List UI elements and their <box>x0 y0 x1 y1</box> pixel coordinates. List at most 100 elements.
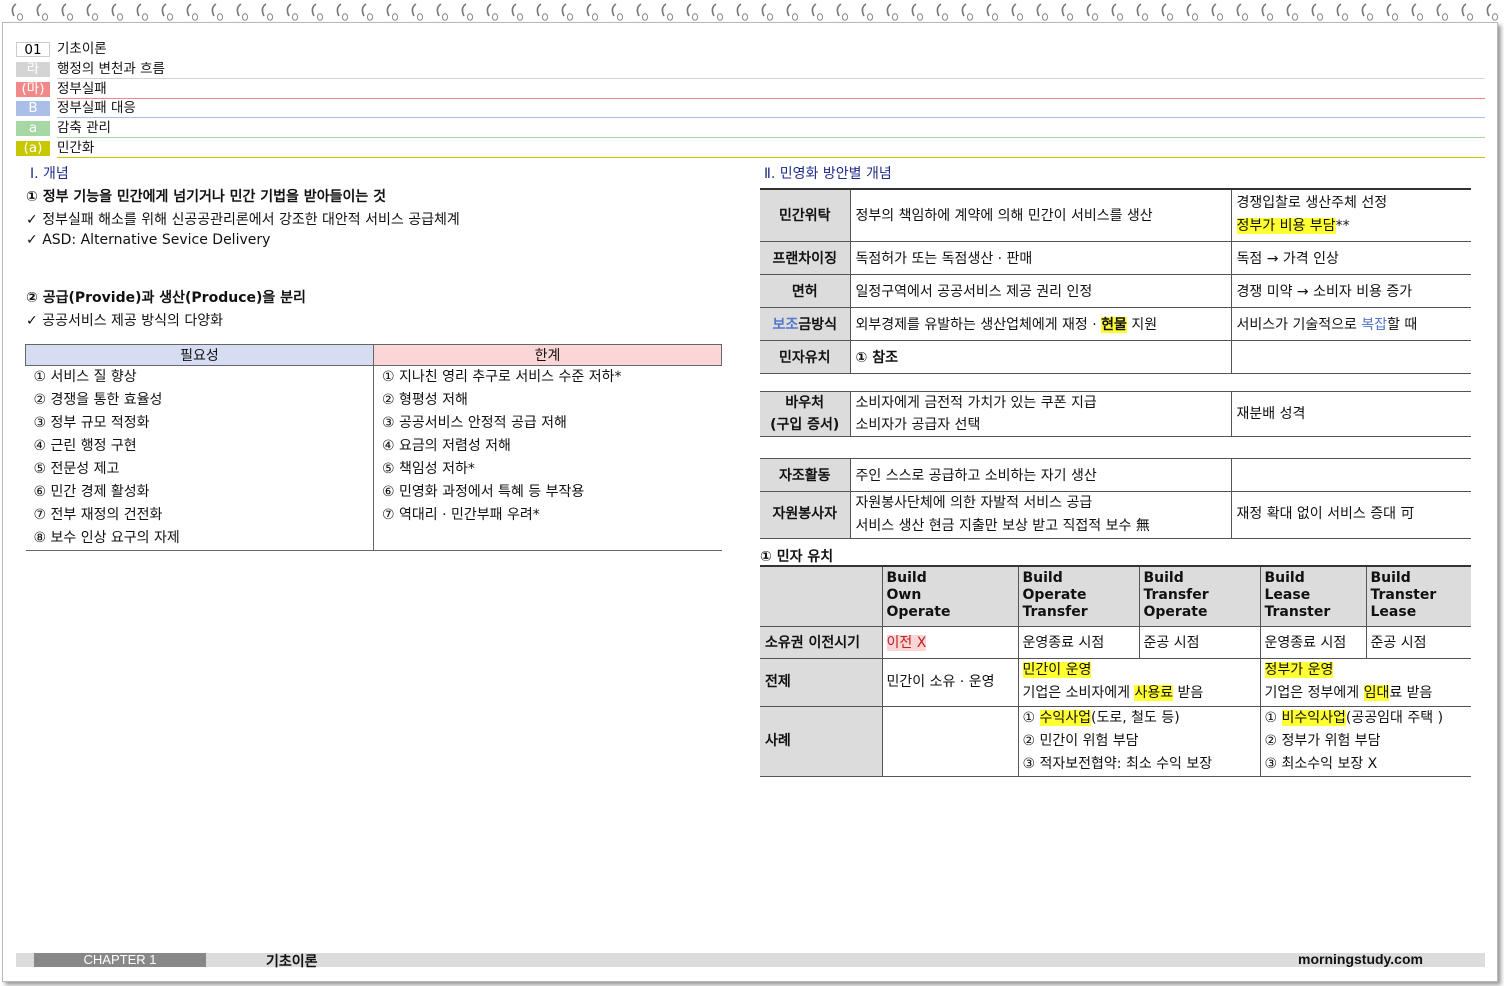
col-header-limit: 한계 <box>373 344 722 366</box>
voucher-desc: 소비자에게 금전적 가치가 있는 쿠폰 지급 소비자가 공급자 선택 <box>850 391 1232 437</box>
premise-private: 민간이 운영 기업은 소비자에게 사용료 받음 <box>1018 658 1261 707</box>
col-bt-blt: Build Lease Transter <box>1260 565 1367 627</box>
row-head-self-help: 자조활동 <box>760 458 851 492</box>
list-item: ④ 근린 행정 구현 <box>33 438 137 454</box>
table-row: 바우처 (구입 증서) 소비자에게 금전적 가치가 있는 쿠폰 지급 소비자가 공급… <box>760 391 1471 437</box>
list-item: ① 지나친 영리 추구로 서비스 수준 저하* <box>382 369 622 385</box>
breadcrumb-row: 01 기초이론 <box>16 41 1485 58</box>
breadcrumb-row: (마) 정부실패 <box>16 80 1485 99</box>
bt-row-ownership: 소유권 이전시기 이전 X 운영종료 시점 준공 시점 운영종료 시점 준공 시… <box>760 626 1471 659</box>
table-row: 자조활동 주인 스스로 공급하고 소비하는 자기 생산 <box>760 458 1471 492</box>
voucher-note: 재분배 성격 <box>1231 391 1471 437</box>
point2-bullet-1: ✓ 공공서비스 제공 방식의 다양화 <box>26 313 223 329</box>
breadcrumb-underline <box>57 157 1485 158</box>
col-bt-boo: Build Own Operate <box>882 565 1019 627</box>
breadcrumb-tag: B <box>16 101 50 117</box>
breadcrumb-row: (a) 민간화 <box>16 140 1485 158</box>
breadcrumb-row: B 정부실패 대응 <box>16 100 1485 119</box>
list-item: ⑥ 민영화 과정에서 특혜 등 부작용 <box>382 484 585 500</box>
breadcrumb-tag: 01 <box>16 42 50 58</box>
table-row: 면허 일정구역에서 공공서비스 제공 권리 인정 경쟁 미약 → 소비자 비용 … <box>760 274 1471 308</box>
list-item: ⑤ 책임성 저하* <box>382 461 475 477</box>
list-item: ③ 정부 규모 적정화 <box>33 415 150 431</box>
breadcrumb-underline <box>57 97 1485 99</box>
footer-url: morningstudy.com <box>1298 951 1423 967</box>
license-desc: 일정구역에서 공공서비스 제공 권리 인정 <box>850 274 1232 308</box>
breadcrumb-label: 감축 관리 <box>57 120 111 137</box>
table-row: 프랜차이징 독점허가 또는 독점생산 · 판매 독점 → 가격 인상 <box>760 241 1471 275</box>
self-help-desc: 주인 스스로 공급하고 소비하는 자기 생산 <box>850 458 1232 492</box>
row-head-contract: 민간위탁 <box>760 188 851 242</box>
cases-private: ① 수익사업(도로, 철도 등) ② 민간이 위험 부담 ③ 적자보전협약: 최… <box>1018 706 1261 777</box>
breadcrumb-label: 정부실패 <box>57 80 107 97</box>
breadcrumb-tag: a <box>16 121 50 137</box>
bt-header-row: Build Own Operate Build Operate Transfer Bui… <box>760 565 1471 627</box>
row-head-subsidy: 보조금방식 <box>760 307 851 341</box>
contract-desc: 정부의 책임하에 계약에 의해 민간이 서비스를 생산 <box>850 188 1232 242</box>
footer-chapter: CHAPTER 1 <box>34 953 206 967</box>
bt-row-cases: 사례 ① 수익사업(도로, 철도 등) ② 민간이 위험 부담 ③ 적자보전협약… <box>760 706 1471 777</box>
breadcrumb-underline <box>57 117 1485 119</box>
list-item: ② 경쟁을 통한 효율성 <box>33 392 163 408</box>
bt-row-premise: 전제 민간이 소유 · 운영 민간이 운영 기업은 소비자에게 사용료 받음 정부… <box>760 658 1471 707</box>
row-head-volunteer: 자원봉사자 <box>760 491 851 539</box>
table-row: 자원봉사자 자원봉사단체에 의한 자발적 서비스 공급 서비스 생산 현금 지출만… <box>760 491 1471 539</box>
section-title-methods: Ⅱ. 민영화 방안별 개념 <box>764 166 892 182</box>
cases-government: ① 비수익사업(공공임대 주택 ) ② 정부가 위험 부담 ③ 최소수익 보장 … <box>1260 706 1471 777</box>
point1-bullet-1: ✓ 정부실패 해소를 위해 신공공관리론에서 강조한 대안적 서비스 공급체계 <box>26 212 460 228</box>
list-item: ① 서비스 질 향상 <box>33 369 137 385</box>
col-header-need: 필요성 <box>25 344 374 366</box>
ownership-blt: 운영종료 시점 <box>1260 626 1367 659</box>
breadcrumb-tag: (마) <box>16 81 50 97</box>
breadcrumb-label: 기초이론 <box>57 41 107 57</box>
breadcrumb-label: 행정의 변천과 흐름 <box>57 60 165 77</box>
contract-note: 경쟁입찰로 생산주체 선정 정부가 비용 부담** <box>1231 188 1471 242</box>
list-item: ⑥ 민간 경제 활성화 <box>33 484 150 500</box>
limit-list: ① 지나친 영리 추구로 서비스 수준 저하* ② 형평성 저해 ③ 공공서비스 안… <box>373 365 722 551</box>
row-head-private-invest: 민자유치 <box>760 340 851 374</box>
subsidy-desc: 외부경제를 유발하는 생산업체에게 재정 · 현물 지원 <box>850 307 1232 341</box>
breadcrumb-row: 라 행정의 변천과 흐름 <box>16 60 1485 79</box>
volunteer-desc: 자원봉사단체에 의한 자발적 서비스 공급 서비스 생산 현금 지출만 보상 받고… <box>850 491 1232 539</box>
col-bt-bto: Build Transfer Operate <box>1139 565 1261 627</box>
self-help-note <box>1231 458 1471 492</box>
list-item: ② 형평성 저해 <box>382 392 468 408</box>
breadcrumb-tag: (a) <box>16 141 50 156</box>
breadcrumb-label: 정부실패 대응 <box>57 100 136 117</box>
col-bt-btl: Build Transter Lease <box>1366 565 1471 627</box>
franchise-note: 독점 → 가격 인상 <box>1231 241 1471 275</box>
row-head-license: 면허 <box>760 274 851 308</box>
breadcrumb-tag: 라 <box>16 61 50 77</box>
footer-bar <box>16 953 1485 967</box>
bt-section-title: ① 민자 유치 <box>760 549 834 565</box>
breadcrumb-row: a 감축 관리 <box>16 120 1485 139</box>
list-item: ⑦ 역대리 · 민간부패 우려* <box>382 507 540 523</box>
point1-title: ① 정부 기능을 민간에게 넘기거나 민간 기법을 받아들이는 것 <box>26 189 386 205</box>
premise-government: 정부가 운영 기업은 정부에게 임대료 받음 <box>1260 658 1471 707</box>
row-head-premise: 전제 <box>760 658 883 707</box>
private-invest-note <box>1231 340 1471 374</box>
row-head-franchise: 프랜차이징 <box>760 241 851 275</box>
license-note: 경쟁 미약 → 소비자 비용 증가 <box>1231 274 1471 308</box>
list-item: ④ 요금의 저렴성 저해 <box>382 438 511 454</box>
private-investment-table: Build Own Operate Build Operate Transfer Bui… <box>760 565 1471 777</box>
breadcrumb-underline <box>57 137 1485 139</box>
privatization-methods-table: 민간위탁 정부의 책임하에 계약에 의해 민간이 서비스를 생산 경쟁입찰로 생… <box>760 188 1471 539</box>
point1-bullet-2: ✓ ASD: Alternative Sevice Delivery <box>26 232 271 248</box>
list-item: ③ 공공서비스 안정적 공급 저해 <box>382 415 567 431</box>
ownership-boo: 이전 X <box>886 635 927 651</box>
need-limit-table: 필요성 한계 ① 서비스 질 향상 ② 경쟁을 통한 효율성 ③ 정부 규모 적정화… <box>25 344 722 551</box>
check-icon: ✓ <box>26 313 38 329</box>
breadcrumb-underline <box>57 77 1485 79</box>
section-title-concept: Ⅰ. 개념 <box>30 166 69 182</box>
premise-boo: 민간이 소유 · 운영 <box>882 658 1019 707</box>
table-row: 민간위탁 정부의 책임하에 계약에 의해 민간이 서비스를 생산 경쟁입찰로 생… <box>760 188 1471 242</box>
franchise-desc: 독점허가 또는 독점생산 · 판매 <box>850 241 1232 275</box>
subsidy-note: 서비스가 기술적으로 복잡할 때 <box>1231 307 1471 341</box>
check-icon: ✓ <box>26 232 38 248</box>
row-head-voucher: 바우처 (구입 증서) <box>760 391 851 437</box>
row-head-ownership: 소유권 이전시기 <box>760 626 883 659</box>
breadcrumb-label: 민간화 <box>57 140 95 156</box>
breadcrumb-underline <box>52 42 1485 57</box>
footer-title: 기초이론 <box>266 954 318 970</box>
